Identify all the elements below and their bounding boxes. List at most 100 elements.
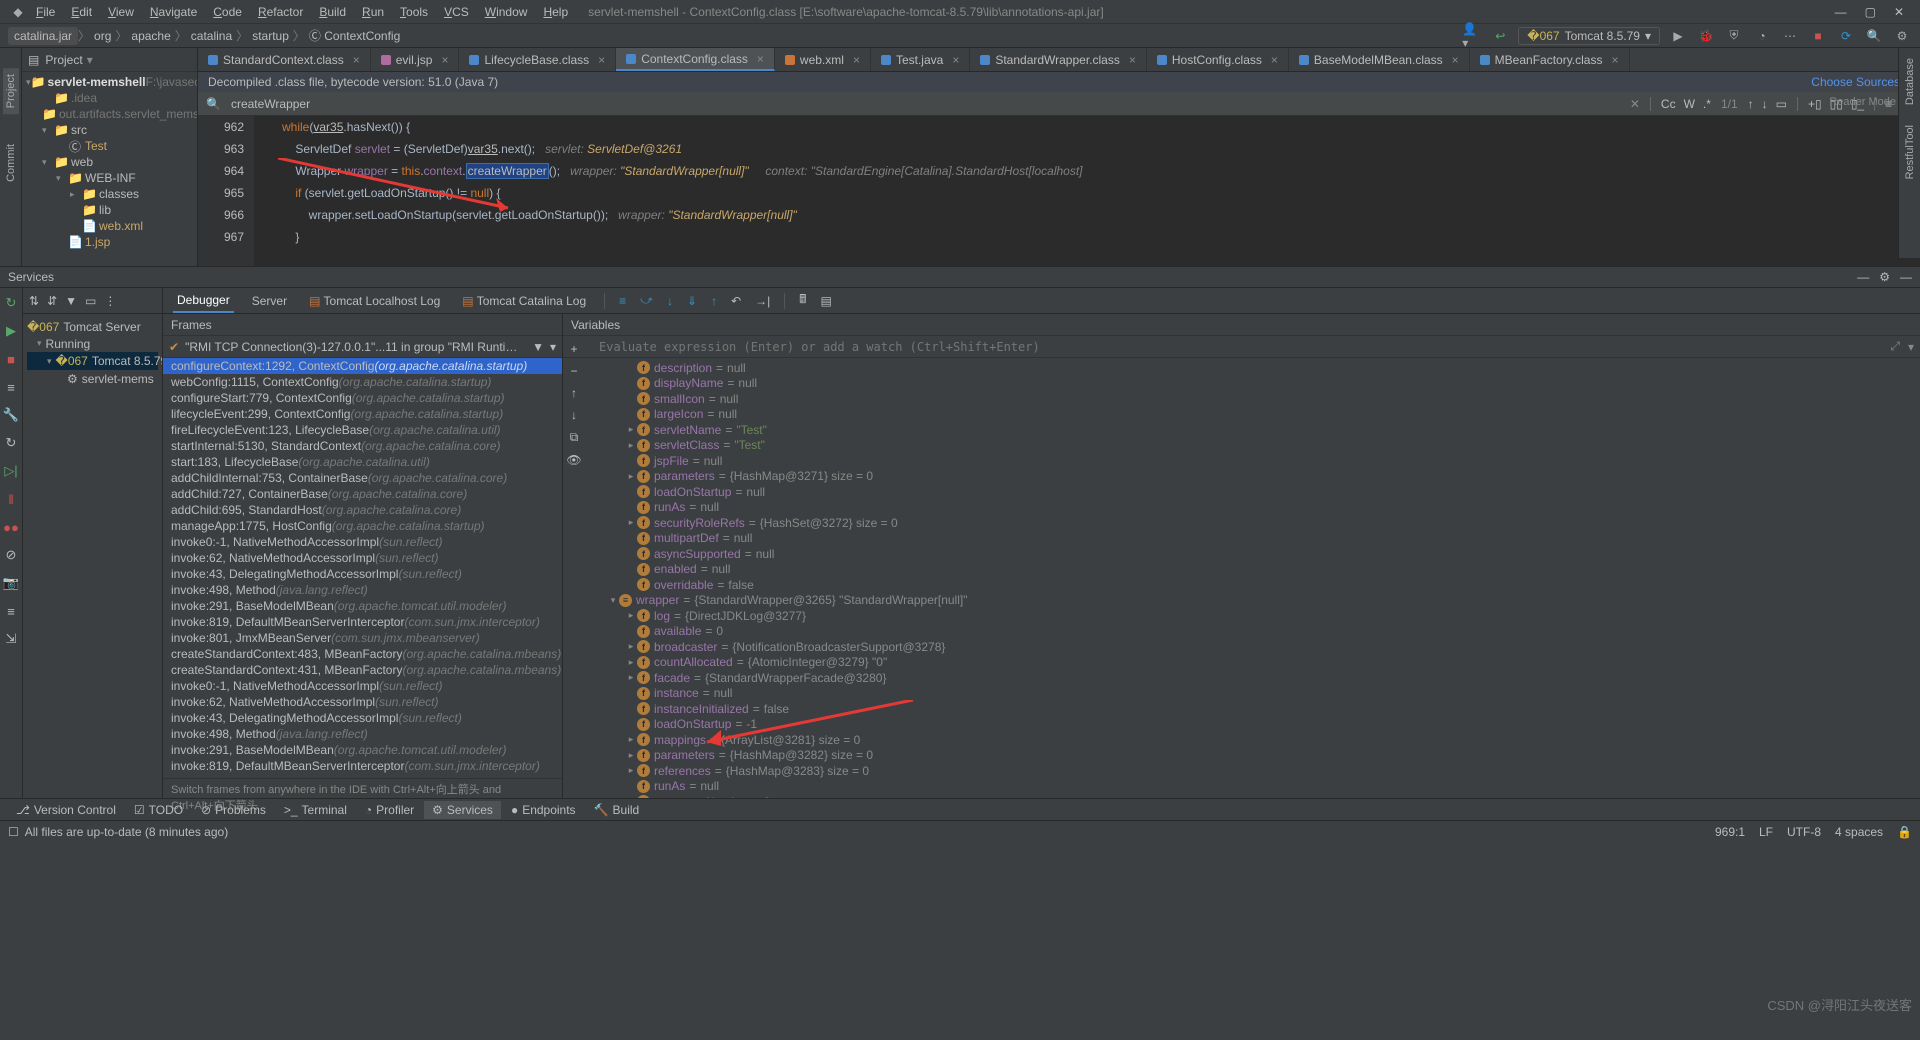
variable-row[interactable]: frunAs = null (587, 779, 1920, 795)
back-icon[interactable]: ↩ (1490, 26, 1510, 46)
menu-refactor[interactable]: Refactor (250, 3, 311, 21)
tool-tab-build[interactable]: 🔨Build (586, 801, 648, 819)
close-tab-icon[interactable]: × (1129, 53, 1136, 67)
minimize-icon[interactable]: — (1900, 270, 1912, 284)
stack-frame[interactable]: invoke:819, DefaultMBeanServerIntercepto… (163, 758, 562, 774)
stack-frame[interactable]: addChild:695, StandardHost (org.apache.c… (163, 502, 562, 518)
commit-tool-tab[interactable]: Commit (5, 144, 17, 182)
rerun-icon[interactable]: ↻ (2, 294, 20, 312)
stack-frame[interactable]: invoke:62, NativeMethodAccessorImpl (sun… (163, 694, 562, 710)
variable-row[interactable]: ▸fbroadcaster = {NotificationBroadcaster… (587, 639, 1920, 655)
user-icon[interactable]: 👤▾ (1462, 26, 1482, 46)
variable-row[interactable]: floadOnStartup = -1 (587, 717, 1920, 733)
tree-item[interactable]: ▾📁web (22, 154, 197, 170)
close-tab-icon[interactable]: × (1452, 53, 1459, 67)
group-icon[interactable]: ▭ (85, 294, 96, 308)
expand-icon[interactable]: ⤢ (1890, 339, 1900, 354)
stack-frame[interactable]: invoke:291, BaseModelMBean (org.apache.t… (163, 598, 562, 614)
editor-tab[interactable]: LifecycleBase.class× (459, 48, 616, 71)
close-tab-icon[interactable]: × (1611, 53, 1618, 67)
editor-tab[interactable]: BaseModelMBean.class× (1289, 48, 1470, 71)
tool-tab-todo[interactable]: ☑TODO (126, 801, 191, 819)
tool-tab-problems[interactable]: ⊘Problems (193, 801, 274, 819)
add-selection-icon[interactable]: +▯ (1808, 97, 1822, 111)
stack-frame[interactable]: invoke:498, Method (java.lang.reflect) (163, 582, 562, 598)
tree-item[interactable]: 📄web.xml (22, 218, 197, 234)
variable-row[interactable]: fsmallIcon = null (587, 391, 1920, 407)
variable-row[interactable]: ▸fsecurityRoleRefs = {HashSet@3272} size… (587, 515, 1920, 531)
show-exec-icon[interactable]: ≡ (619, 294, 626, 308)
close-tab-icon[interactable]: × (441, 53, 448, 67)
variable-row[interactable]: fjspFile = null (587, 453, 1920, 469)
variable-row[interactable]: fmultipartDef = null (587, 531, 1920, 547)
tree-item[interactable]: 📁lib (22, 202, 197, 218)
menu-window[interactable]: Window (477, 3, 536, 21)
project-header-label[interactable]: Project (45, 53, 82, 67)
stack-frame[interactable]: createStandardContext:431, MBeanFactory … (163, 662, 562, 678)
frames-list[interactable]: configureContext:1292, ContextConfig (or… (163, 358, 562, 778)
menu-run[interactable]: Run (354, 3, 392, 21)
reader-mode-label[interactable]: Reader Mode (1829, 96, 1896, 108)
close-icon[interactable]: ✕ (1894, 5, 1904, 19)
tree-item[interactable]: ⒸTest (22, 138, 197, 154)
step-out-icon[interactable]: ↑ (711, 294, 717, 308)
match-case-icon[interactable]: Cc (1661, 97, 1676, 111)
status-icon[interactable]: ☐ (8, 825, 19, 839)
stack-frame[interactable]: invoke:43, DelegatingMethodAccessorImpl … (163, 710, 562, 726)
variable-row[interactable]: floadOnStartup = null (587, 484, 1920, 500)
close-tab-icon[interactable]: × (853, 53, 860, 67)
editor-tab[interactable]: HostConfig.class× (1147, 48, 1289, 71)
run-button[interactable]: ▶ (1668, 26, 1688, 46)
line-sep[interactable]: LF (1759, 825, 1773, 839)
chevron-down-icon[interactable]: ▾ (87, 53, 93, 67)
stop-icon[interactable]: ■ (2, 350, 20, 368)
step-over-icon[interactable]: ⤻ (640, 293, 653, 308)
stack-frame[interactable]: invoke:62, NativeMethodAccessorImpl (sun… (163, 550, 562, 566)
more-icon[interactable]: ≡ (2, 602, 20, 620)
stack-frame[interactable]: configureStart:779, ContextConfig (org.a… (163, 390, 562, 406)
editor-tab[interactable]: StandardContext.class× (198, 48, 371, 71)
maximize-icon[interactable]: ▢ (1865, 5, 1876, 19)
close-tab-icon[interactable]: × (757, 52, 764, 66)
close-tab-icon[interactable]: × (598, 53, 605, 67)
camera-icon[interactable]: 📷 (2, 574, 20, 592)
profile-button[interactable]: ◔ (1752, 26, 1772, 46)
run-config-selector[interactable]: �067 Tomcat 8.5.79 ▾ (1518, 27, 1660, 45)
next-match-icon[interactable]: ↓ (1762, 97, 1768, 111)
menu-view[interactable]: View (100, 3, 142, 21)
settings-icon[interactable]: 🔧 (2, 406, 20, 424)
tree-item[interactable]: 📄1.jsp (22, 234, 197, 250)
tab-debugger[interactable]: Debugger (173, 289, 234, 313)
tree-item[interactable]: 📁.idea (22, 90, 197, 106)
close-tab-icon[interactable]: × (952, 53, 959, 67)
variable-row[interactable]: ▸freferences = {HashMap@3283} size = 0 (587, 763, 1920, 779)
variable-row[interactable]: ▸fmappings = {ArrayList@3281} size = 0 (587, 732, 1920, 748)
evaluate-icon[interactable]: 🖩 (799, 290, 806, 311)
caret-position[interactable]: 969:1 (1715, 825, 1745, 839)
trace-icon[interactable]: ▤ (820, 294, 831, 308)
search-everywhere-icon[interactable]: 🔍 (1864, 26, 1884, 46)
minimize-icon[interactable]: — (1835, 5, 1847, 19)
editor-tab[interactable]: evil.jsp× (371, 48, 460, 71)
stack-frame[interactable]: manageApp:1775, HostConfig (org.apache.c… (163, 518, 562, 534)
settings-icon[interactable]: ⚙ (1892, 26, 1912, 46)
variable-row[interactable]: flargeIcon = null (587, 407, 1920, 423)
menu-navigate[interactable]: Navigate (142, 3, 205, 21)
hide-icon[interactable]: — (1857, 270, 1869, 284)
stack-frame[interactable]: invoke:291, BaseModelMBean (org.apache.t… (163, 742, 562, 758)
crumb-1[interactable]: org (90, 29, 115, 43)
menu-build[interactable]: Build (311, 3, 354, 21)
clear-icon[interactable]: ✕ (1630, 97, 1640, 111)
deployment-node[interactable]: servlet-mems (82, 372, 154, 386)
crumb-5[interactable]: Ⓒ ContextConfig (305, 27, 404, 44)
prev-match-icon[interactable]: ↑ (1748, 97, 1754, 111)
menu-vcs[interactable]: VCS (436, 3, 477, 21)
tool-tab-endpoints[interactable]: ●Endpoints (503, 801, 584, 819)
attach-button[interactable]: ⋯ (1780, 26, 1800, 46)
filter-icon[interactable]: ▼ (65, 294, 77, 308)
tree-item[interactable]: 📁out.artifacts.servlet_memshe (22, 106, 197, 122)
stack-frame[interactable]: createStandardContext:483, MBeanFactory … (163, 646, 562, 662)
variable-row[interactable]: ▾≡wrapper = {StandardWrapper@3265} "Stan… (587, 593, 1920, 609)
tree-item[interactable]: ▾📁src (22, 122, 197, 138)
coverage-button[interactable]: ⛨ (1724, 26, 1744, 46)
